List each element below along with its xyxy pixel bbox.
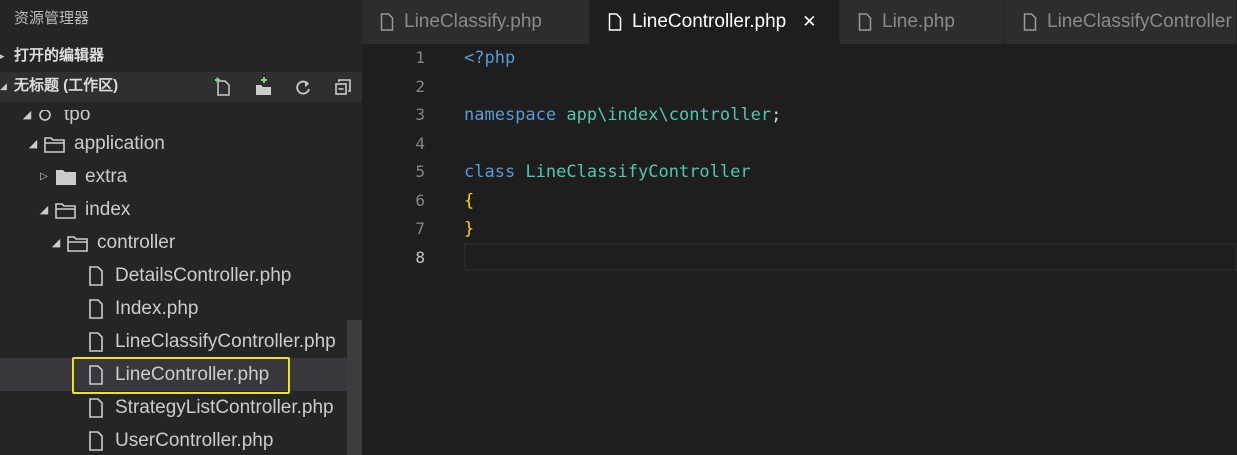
explorer-title: 资源管理器 bbox=[14, 10, 90, 27]
tree-item-label: StrategyListController.php bbox=[115, 396, 334, 418]
file-icon bbox=[85, 298, 107, 320]
code-editor[interactable]: 1 2 3 4 5 6 7 8 <?php namespace app\inde… bbox=[362, 44, 1237, 455]
line-number: 5 bbox=[415, 162, 425, 181]
semicolon: ; bbox=[771, 105, 782, 125]
file-icon bbox=[85, 265, 107, 287]
tree-item-label: controller bbox=[97, 231, 176, 253]
php-open-tag: <?php bbox=[464, 48, 516, 68]
tree-item-extra[interactable]: ▷ extra bbox=[0, 160, 347, 193]
line-number: 3 bbox=[415, 105, 425, 124]
explorer-sidebar: 资源管理器 ▸ 打开的编辑器 ◢ 无标题 (工作区) ◢ tpo ◢ appli… bbox=[0, 0, 362, 455]
file-icon bbox=[1023, 13, 1037, 31]
tree-item-application[interactable]: ◢ application bbox=[0, 127, 347, 160]
open-editors-label: 打开的编辑器 bbox=[14, 47, 105, 64]
line-number: 1 bbox=[415, 48, 425, 67]
open-editors-section[interactable]: ▸ 打开的编辑器 bbox=[0, 40, 362, 72]
close-icon[interactable]: ✕ bbox=[802, 12, 816, 32]
code-line-6: { bbox=[464, 187, 1237, 216]
file-icon bbox=[608, 13, 622, 31]
highlight-box bbox=[72, 357, 290, 394]
tab-lineclassifycontroller[interactable]: LineClassifyController bbox=[1005, 0, 1237, 44]
code-line-3: namespace app\index\controller; bbox=[464, 101, 1237, 130]
keyword-namespace: namespace bbox=[464, 105, 557, 125]
file-icon bbox=[85, 331, 107, 353]
file-icon bbox=[858, 13, 872, 31]
tree-item-file[interactable]: StrategyListController.php bbox=[0, 391, 347, 424]
collapse-all-icon[interactable] bbox=[332, 76, 354, 98]
chevron-down-icon: ◢ bbox=[0, 81, 7, 91]
file-icon bbox=[85, 430, 107, 452]
scrollbar-thumb[interactable] bbox=[347, 320, 362, 455]
refresh-icon[interactable] bbox=[292, 76, 314, 98]
chevron-down-icon: ◢ bbox=[51, 237, 61, 249]
chevron-right-icon: ▷ bbox=[40, 171, 48, 182]
tree-item-file[interactable]: LineClassifyController.php bbox=[0, 325, 347, 358]
tree-item-index[interactable]: ◢ index bbox=[0, 193, 347, 226]
tab-label: LineController.php bbox=[632, 11, 787, 32]
line-number: 7 bbox=[415, 219, 425, 238]
tree-item-label: index bbox=[85, 198, 131, 220]
keyword-class: class bbox=[464, 162, 516, 182]
close-brace: } bbox=[464, 219, 475, 239]
folder-open-icon bbox=[44, 133, 66, 155]
folder-open-icon bbox=[67, 232, 89, 254]
code-line-5: class LineClassifyController bbox=[464, 158, 1237, 187]
folder-open-icon bbox=[55, 199, 77, 221]
chevron-down-icon: ◢ bbox=[22, 110, 32, 121]
open-brace: { bbox=[464, 190, 475, 211]
line-number-gutter: 1 2 3 4 5 6 7 8 bbox=[362, 44, 452, 272]
line-number: 2 bbox=[415, 76, 425, 96]
chevron-down-icon: ◢ bbox=[28, 138, 38, 150]
tree-item-file[interactable]: DetailsController.php bbox=[0, 259, 347, 292]
workspace-label: 无标题 (工作区) bbox=[14, 77, 119, 94]
folder-closed-icon bbox=[55, 166, 77, 188]
tree-item-controller[interactable]: ◢ controller bbox=[0, 226, 347, 259]
file-icon bbox=[85, 397, 107, 419]
tab-lineclassify[interactable]: LineClassify.php bbox=[362, 0, 590, 44]
tab-label: LineClassify.php bbox=[404, 11, 543, 32]
tab-linecontroller[interactable]: LineController.php ✕ bbox=[590, 0, 840, 44]
tree-item-label: LineClassifyController.php bbox=[115, 330, 336, 352]
tree-item-label: application bbox=[74, 132, 165, 154]
tree-item-label: DetailsController.php bbox=[115, 264, 292, 286]
editor-tab-bar: LineClassify.php LineController.php ✕ Li… bbox=[362, 0, 1237, 44]
tree-item-file[interactable]: UserController.php bbox=[0, 424, 347, 455]
tree-item-label: UserController.php bbox=[115, 429, 274, 451]
chevron-right-icon: ▸ bbox=[0, 51, 5, 61]
chevron-down-icon: ◢ bbox=[39, 204, 49, 216]
line-number: 6 bbox=[415, 190, 425, 210]
code-line-1: <?php bbox=[464, 44, 1237, 73]
code-line-7: } bbox=[464, 215, 1237, 244]
tree-item-file[interactable]: Index.php bbox=[0, 292, 347, 325]
tree-item-label: extra bbox=[85, 165, 128, 187]
workspace-section[interactable]: ◢ 无标题 (工作区) bbox=[0, 72, 362, 102]
file-icon bbox=[380, 13, 394, 31]
tab-line[interactable]: Line.php bbox=[840, 0, 1005, 44]
tab-label: LineClassifyController bbox=[1047, 11, 1232, 32]
code-content[interactable]: <?php namespace app\index\controller; cl… bbox=[464, 44, 1237, 272]
tab-label: Line.php bbox=[882, 11, 955, 32]
tree-item-label: tpo bbox=[64, 110, 91, 125]
class-name: LineClassifyController bbox=[525, 162, 751, 182]
new-file-icon[interactable] bbox=[212, 76, 234, 98]
namespace-path: app\index\controller bbox=[566, 105, 772, 125]
tree-item-label: Index.php bbox=[115, 297, 199, 319]
line-number-current: 8 bbox=[415, 247, 425, 267]
new-folder-icon[interactable] bbox=[252, 76, 274, 98]
folder-root-icon bbox=[34, 110, 56, 126]
explorer-actions bbox=[212, 76, 354, 98]
line-number: 4 bbox=[415, 133, 425, 153]
